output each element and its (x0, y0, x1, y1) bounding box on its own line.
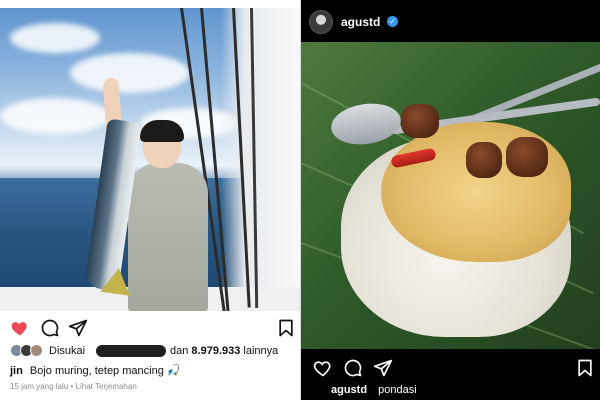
share-icon[interactable] (68, 318, 88, 338)
post-header: agustd ✓ (301, 0, 600, 42)
heart-icon[interactable] (10, 318, 30, 338)
bookmark-icon[interactable] (276, 318, 296, 338)
heart-icon[interactable] (313, 358, 333, 378)
cloud (70, 53, 190, 93)
post-caption: agustd pondasi (331, 384, 591, 398)
right-post: agustd ✓ agustd pondasi (301, 0, 600, 400)
comment-icon[interactable] (40, 318, 60, 338)
likes-line: Disukai dan 8.979.933 lainnya (10, 344, 300, 360)
share-icon[interactable] (373, 358, 393, 378)
verified-badge-icon: ✓ (387, 16, 398, 27)
post-photo-food[interactable] (301, 42, 600, 349)
avatar (30, 344, 43, 357)
caption-username[interactable]: jin (10, 365, 23, 377)
fishing-emoji: 🎣 (166, 365, 181, 377)
left-post: Disukai dan 8.979.933 lainnya jin Bojo m… (0, 0, 301, 400)
likes-conjunction: dan (170, 345, 189, 357)
caption-text: pondasi (378, 384, 417, 396)
header-username[interactable]: agustd (341, 15, 380, 29)
action-bar (313, 358, 593, 378)
meat (466, 142, 502, 178)
redacted-username (96, 345, 166, 357)
comment-icon[interactable] (343, 358, 363, 378)
post-caption: jin Bojo muring, tetep mancing 🎣 (10, 364, 300, 380)
meat (401, 104, 439, 138)
likes-count-text[interactable]: dan 8.979.933 lainnya (170, 345, 278, 357)
likes-label: Disukai (49, 345, 86, 357)
meat (506, 137, 548, 177)
bookmark-icon[interactable] (575, 358, 595, 378)
separator: • (70, 382, 74, 391)
avatar[interactable] (309, 10, 333, 34)
post-meta: 15 jam yang lalu • Lihat Terjemahan (10, 382, 300, 394)
likes-count: 8.979.933 (191, 345, 241, 357)
caption-username[interactable]: agustd (331, 384, 367, 396)
timestamp: 15 jam yang lalu (10, 382, 69, 391)
spoon (328, 99, 404, 149)
person-body (128, 163, 208, 311)
cloud (10, 23, 100, 53)
cloud (0, 98, 110, 134)
caption-text: Bojo muring, tetep mancing (29, 365, 164, 377)
boat (221, 8, 301, 311)
translate-link[interactable]: Lihat Terjemahan (76, 382, 137, 391)
post-photo-fishing[interactable] (0, 8, 301, 311)
liker-avatars[interactable] (10, 344, 44, 358)
person-hair (140, 120, 184, 142)
action-bar (10, 318, 293, 338)
likes-suffix: lainnya (243, 345, 279, 357)
